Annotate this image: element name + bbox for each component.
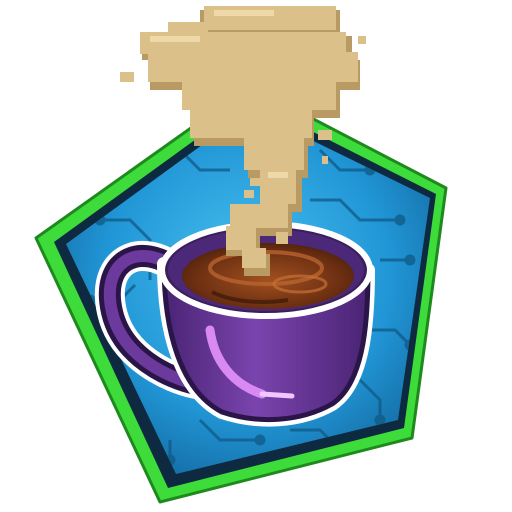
- icon-canvas: [0, 0, 512, 512]
- coffee-cup-badge-icon: [34, 6, 448, 504]
